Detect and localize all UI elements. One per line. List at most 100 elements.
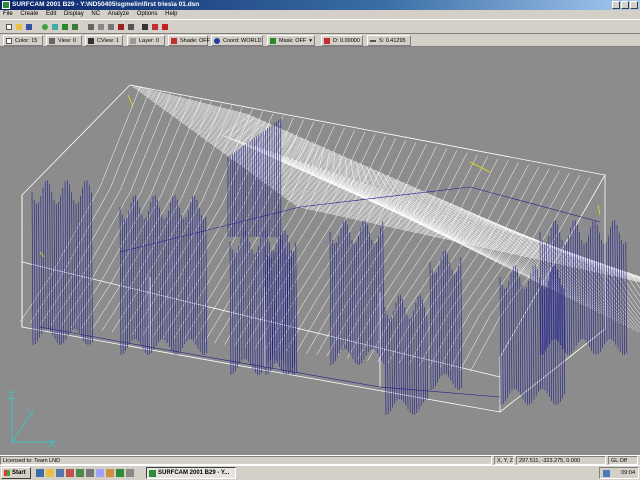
- clock: 09:04: [621, 470, 635, 476]
- grid-icon[interactable]: [106, 22, 115, 32]
- toolpath-pass: [251, 249, 254, 370]
- delete-icon[interactable]: [140, 22, 149, 32]
- menu-display[interactable]: Display: [61, 10, 87, 19]
- toolpath-pass: [91, 192, 93, 342]
- toolpath-pass: [434, 273, 436, 387]
- toolpath-pass: [574, 220, 577, 346]
- wireframe-canvas[interactable]: Z Y X: [0, 47, 640, 455]
- toolpath-pass: [419, 295, 422, 406]
- wire-strand: [199, 135, 540, 284]
- surfcam-app-icon[interactable]: [2, 1, 10, 9]
- close-icon[interactable]: [630, 1, 638, 9]
- quicklaunch-app4-icon[interactable]: [96, 469, 104, 477]
- toolpath-pass: [137, 199, 139, 342]
- zoom-icon[interactable]: [40, 22, 49, 32]
- quicklaunch-app6-icon[interactable]: [116, 469, 124, 477]
- step-field[interactable]: S: 0.41295: [367, 35, 411, 46]
- menu-options[interactable]: Options: [134, 10, 161, 19]
- quicklaunch-ie-icon[interactable]: [36, 469, 44, 477]
- layer-icon: [130, 38, 136, 44]
- wire-strand: [50, 93, 171, 326]
- wire-strand: [195, 132, 530, 279]
- menu-edit[interactable]: Edit: [43, 10, 59, 19]
- toolpath-pass: [442, 251, 445, 375]
- layer-button[interactable]: Layer: 0: [127, 35, 165, 46]
- taskbar-surfcam-button[interactable]: SURFCAM 2001 B29 - Y...: [146, 467, 236, 479]
- toolpath-pass: [31, 191, 34, 346]
- view-pan-icon[interactable]: [70, 22, 79, 32]
- redraw-icon[interactable]: [86, 22, 95, 32]
- depth-field[interactable]: D: 0.00000: [321, 35, 363, 46]
- measure-icon[interactable]: [126, 22, 135, 32]
- mask-icon: [270, 38, 276, 44]
- toolpath-pass: [336, 242, 338, 358]
- menu-nc[interactable]: NC: [88, 10, 103, 19]
- maximize-icon[interactable]: [621, 1, 629, 9]
- toolpath-pass: [242, 231, 245, 360]
- view-label: View: 0: [58, 38, 76, 44]
- menu-file[interactable]: File: [0, 10, 16, 19]
- mask-dropdown-icon[interactable]: ▾: [309, 36, 312, 47]
- toolpath-pass: [62, 187, 65, 344]
- toolpath-pass: [519, 277, 522, 396]
- menu-create[interactable]: Create: [17, 10, 41, 19]
- toolpath-pass: [40, 195, 43, 334]
- quicklaunch-app-icon[interactable]: [66, 469, 74, 477]
- toolpath-pass: [426, 314, 429, 400]
- toolpath-pass: [592, 221, 595, 354]
- toolpath-pass: [238, 245, 241, 364]
- toolpath-pass: [447, 254, 449, 377]
- view-fit-icon[interactable]: [50, 22, 59, 32]
- menu-help[interactable]: Help: [162, 10, 180, 19]
- status-bar: Licensed to: Team LND X, Y, Z: 297.511, …: [0, 455, 640, 465]
- toolpath-pass: [515, 265, 517, 390]
- tray-network-icon[interactable]: [603, 470, 610, 477]
- minimize-icon[interactable]: [612, 1, 620, 9]
- toolpath-pass: [422, 299, 424, 403]
- save-icon[interactable]: [24, 22, 33, 32]
- wire-strand: [19, 86, 141, 323]
- toolpath-pass: [179, 207, 181, 352]
- quicklaunch-desktop-icon[interactable]: [56, 469, 64, 477]
- view-button[interactable]: View: 0: [46, 35, 82, 46]
- coord-button[interactable]: Coord: WORLD: [211, 35, 263, 46]
- shade-icon[interactable]: [116, 22, 125, 32]
- mask-button[interactable]: Mask: OFF ▾: [267, 35, 315, 46]
- toolpath-pass: [119, 206, 122, 356]
- quicklaunch-app2-icon[interactable]: [76, 469, 84, 477]
- start-button[interactable]: Start: [1, 467, 31, 479]
- wire-strand: [161, 107, 464, 246]
- toolpath-pass: [367, 224, 369, 353]
- toolpath-lines: [31, 118, 628, 416]
- toolpath-pass: [146, 217, 148, 355]
- toolpath-pass: [402, 299, 404, 402]
- quicklaunch-app7-icon[interactable]: [126, 469, 134, 477]
- toolpath-pass: [411, 317, 413, 415]
- cview-button[interactable]: CView: 1: [85, 35, 123, 46]
- view-rotate-icon[interactable]: [60, 22, 69, 32]
- edit-icon[interactable]: [150, 22, 159, 32]
- toolpath-pass: [172, 196, 175, 354]
- quicklaunch-app3-icon[interactable]: [86, 469, 94, 477]
- toolpath-pass: [58, 202, 60, 345]
- toolpath-pass: [360, 227, 363, 364]
- wire-strand: [275, 137, 396, 351]
- toolpath-pass: [340, 227, 343, 351]
- quicklaunch-app5-icon[interactable]: [106, 469, 114, 477]
- shade-button[interactable]: Shade: OFF: [168, 35, 210, 46]
- toolpath-pass: [523, 288, 526, 403]
- menu-analyze[interactable]: Analyze: [105, 10, 132, 19]
- layers-icon[interactable]: [96, 22, 105, 32]
- toolpath-pass: [132, 196, 135, 340]
- toolpath-pass: [397, 296, 400, 400]
- open-folder-icon[interactable]: [14, 22, 23, 32]
- trim-icon[interactable]: [160, 22, 169, 32]
- color-button[interactable]: Color: 15: [3, 35, 43, 46]
- toolpath-pass: [347, 224, 349, 352]
- new-file-icon[interactable]: [4, 22, 13, 32]
- quicklaunch-explorer-icon[interactable]: [46, 469, 54, 477]
- toolpath-pass: [607, 235, 610, 340]
- toolpath-pass: [349, 232, 352, 356]
- toolpath-pass: [404, 307, 407, 406]
- graphics-viewport[interactable]: Z Y X: [0, 47, 640, 455]
